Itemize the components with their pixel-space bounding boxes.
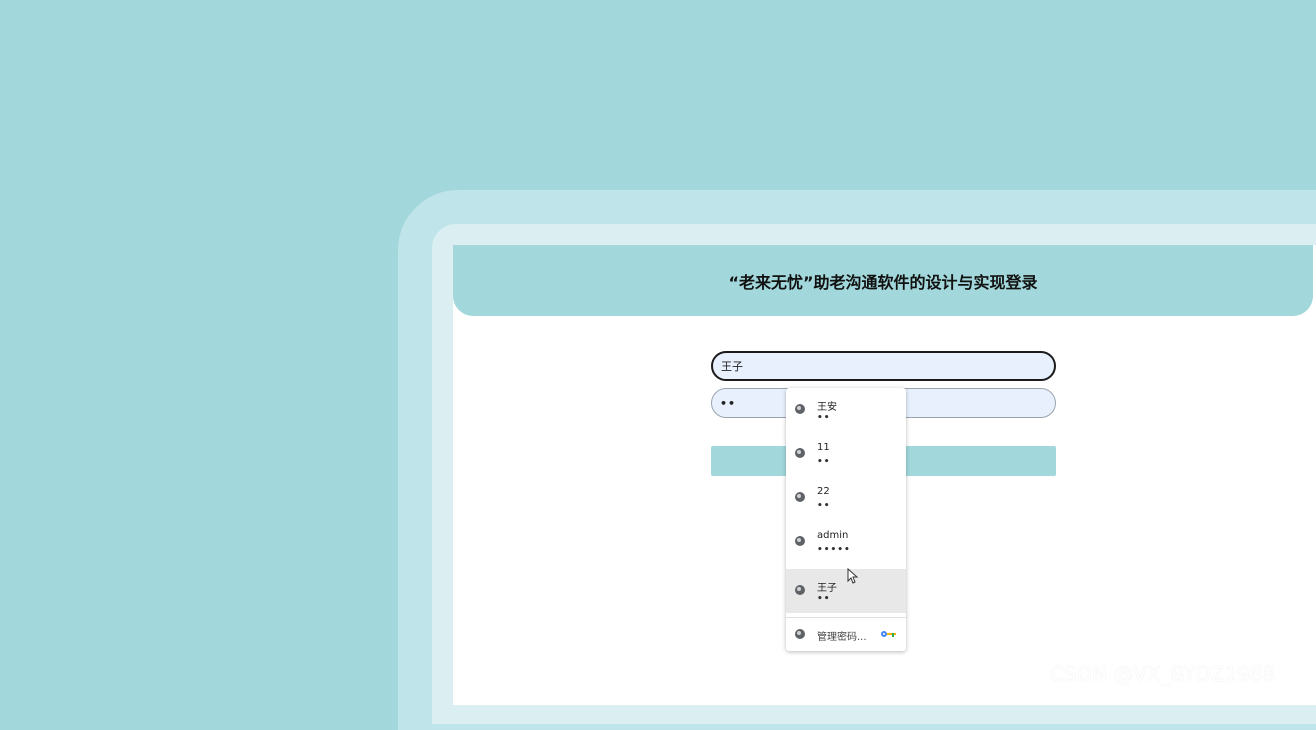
autofill-username: admin: [817, 530, 849, 541]
username-input[interactable]: 王子: [711, 351, 1056, 381]
page-title: “老来无忧”助老沟通软件的设计与实现登录: [728, 272, 1038, 292]
autofill-username: 王安: [817, 402, 837, 413]
manage-passwords-label: 管理密码...: [817, 632, 867, 643]
autofill-password: ••: [817, 501, 831, 511]
autofill-item[interactable]: 王子 ••: [786, 569, 906, 613]
autofill-dropdown: 王安 •• 11 •• 22 •• admin ••••• 王子 •• 管理密码…: [786, 388, 906, 651]
watermark: CSDN @VX_BYDZ1988: [1050, 662, 1276, 686]
autofill-password: ••: [817, 457, 831, 467]
globe-icon: [795, 492, 805, 502]
globe-icon: [795, 448, 805, 458]
key-icon: [881, 631, 897, 637]
autofill-password: ••: [817, 413, 831, 423]
autofill-password: •••••: [817, 545, 851, 555]
autofill-password: ••: [817, 594, 831, 604]
autofill-username: 王子: [817, 583, 837, 594]
globe-icon: [795, 536, 805, 546]
divider: [786, 617, 906, 618]
autofill-item[interactable]: 22 ••: [786, 476, 906, 520]
autofill-item[interactable]: 11 ••: [786, 432, 906, 476]
autofill-item[interactable]: admin •••••: [786, 520, 906, 564]
globe-icon: [795, 585, 805, 595]
chrome-icon: [795, 629, 805, 639]
autofill-item[interactable]: 王安 ••: [786, 388, 906, 432]
globe-icon: [795, 404, 805, 414]
autofill-username: 22: [817, 486, 830, 497]
autofill-username: 11: [817, 442, 830, 453]
manage-passwords-item[interactable]: 管理密码...: [786, 619, 906, 649]
mouse-cursor-icon: [847, 568, 859, 584]
